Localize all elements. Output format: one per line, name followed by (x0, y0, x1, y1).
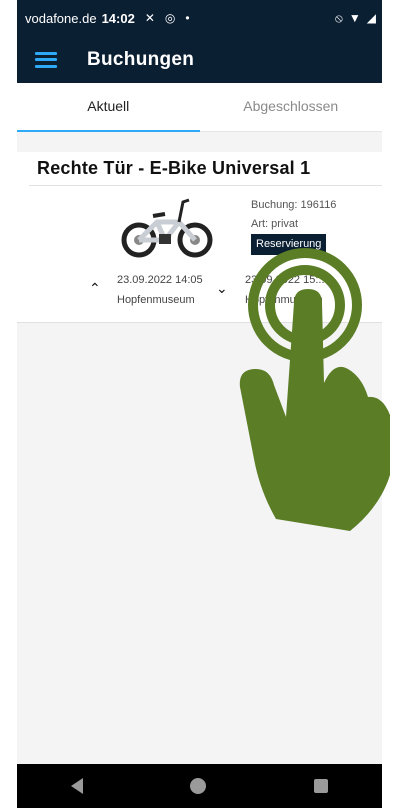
booking-title: Rechte Tür - E-Bike Universal 1 (37, 158, 311, 178)
carrier-name: vodafone.de (25, 10, 97, 26)
bike-image (121, 198, 213, 258)
dot-icon: • (185, 11, 190, 25)
back-icon[interactable] (70, 778, 83, 794)
left-margin (0, 0, 17, 808)
app-bar: Buchungen (17, 36, 382, 83)
wifi-icon: ▼ (348, 11, 361, 25)
chevron-down-icon: ⌄ (216, 280, 228, 296)
location-icon: ◎ (164, 11, 176, 25)
tab-abgeschlossen-label: Abgeschlossen (243, 98, 339, 114)
chevron-up-icon: ⌃ (89, 280, 101, 296)
tab-aktuell[interactable]: Aktuell (17, 83, 200, 132)
x-icon: ✕ (144, 11, 155, 25)
booking-number: Buchung: 196116 (251, 199, 337, 211)
page-title: Buchungen (87, 48, 195, 70)
mute-icon: ⦸ (335, 10, 343, 25)
status-bar: vodafone.de 14:02 ✕ ◎ • ⦸ ▼ ◢ (17, 0, 382, 36)
recent-apps-icon[interactable] (314, 779, 329, 793)
menu-icon[interactable] (35, 51, 57, 68)
tab-abgeschlossen[interactable]: Abgeschlossen (200, 83, 383, 131)
tab-bar: Aktuell Abgeschlossen (17, 83, 382, 132)
tab-aktuell-label: Aktuell (87, 98, 130, 114)
signal-icon: ◢ (366, 11, 376, 25)
booking-type: Art: privat (251, 218, 299, 230)
start-location: Hopfenmuseum (117, 294, 195, 306)
start-slot: 23.09.2022 14:05 Hopfenmuseum (117, 270, 203, 310)
tap-gesture-icon (239, 248, 390, 531)
clock: 14:02 (101, 10, 135, 26)
screen: vodafone.de 14:02 ✕ ◎ • ⦸ ▼ ◢ Buchungen … (0, 0, 399, 808)
home-icon[interactable] (190, 778, 207, 794)
system-nav-bar (17, 764, 382, 808)
divider (29, 185, 382, 186)
start-datetime: 23.09.2022 14:05 (117, 274, 203, 286)
